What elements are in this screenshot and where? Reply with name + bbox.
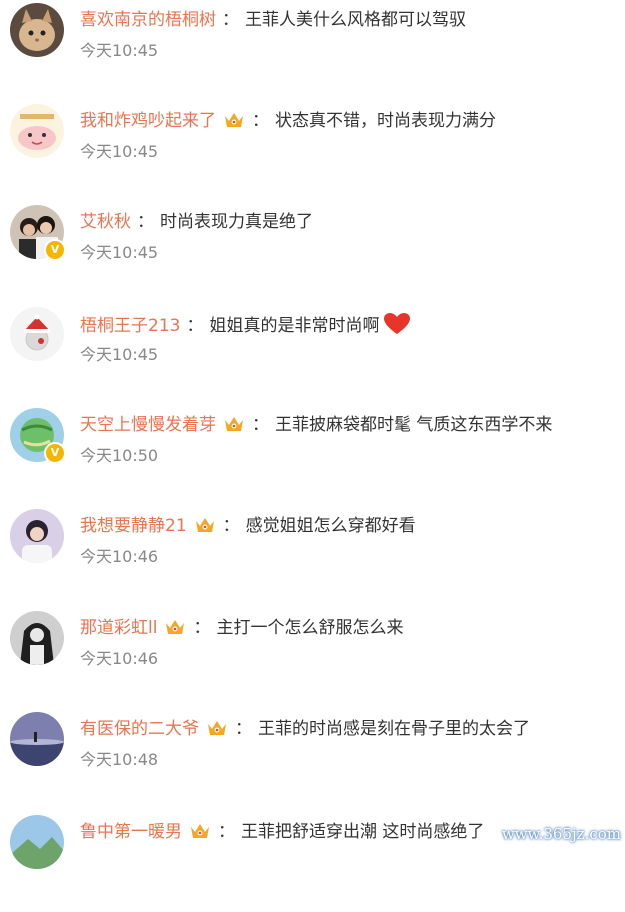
comment-text: 时尚表现力真是绝了 bbox=[160, 212, 313, 232]
comment-text: 感觉姐姐怎么穿都好看 bbox=[245, 516, 416, 536]
username-link[interactable]: 梧桐王子213 bbox=[80, 316, 180, 336]
crown-badge-icon bbox=[193, 515, 217, 535]
crown-badge-icon bbox=[205, 718, 229, 738]
username-link[interactable]: 那道彩虹ll bbox=[80, 618, 157, 638]
comment-item: 梧桐王子213 ：姐姐真的是非常时尚啊 今天10:45 bbox=[0, 304, 625, 404]
comment-text: 状态真不错，时尚表现力满分 bbox=[275, 111, 496, 131]
heart-emoji-icon bbox=[383, 312, 411, 336]
separator: ： bbox=[137, 212, 154, 232]
username-link[interactable]: 我和炸鸡吵起来了 bbox=[80, 111, 216, 131]
separator: ： bbox=[186, 316, 204, 336]
verified-badge-icon: V bbox=[44, 239, 66, 261]
comment-line: 天空上慢慢发着芽 ： 王菲披麻袋都时髦 气质这东西学不来 bbox=[80, 413, 552, 437]
username-link[interactable]: 鲁中第一暖男 bbox=[80, 822, 182, 842]
crown-badge-icon bbox=[188, 821, 212, 841]
comment-text: 王菲人美什么风格都可以驾驭 bbox=[245, 10, 466, 30]
crown-badge-icon bbox=[163, 617, 187, 637]
santa-ornament-avatar[interactable] bbox=[10, 307, 64, 361]
username-link[interactable]: 有医保的二大爷 bbox=[80, 719, 199, 739]
separator: ： bbox=[252, 415, 269, 435]
comment-text: 主打一个怎么舒服怎么来 bbox=[216, 618, 404, 638]
watermark: www.365jz.com bbox=[501, 825, 621, 843]
comment-line: 有医保的二大爷 ： 王菲的时尚感是刻在骨子里的太会了 bbox=[80, 717, 530, 741]
comment-time: 今天10:45 bbox=[80, 41, 159, 60]
username-link[interactable]: 天空上慢慢发着芽 bbox=[80, 415, 216, 435]
separator: ： bbox=[193, 618, 211, 638]
lake-avatar[interactable] bbox=[10, 712, 64, 766]
comment-line: 喜欢南京的梧桐树 ： 王菲人美什么风格都可以驾驭 bbox=[80, 8, 466, 32]
comment-item: 有医保的二大爷 ： 王菲的时尚感是刻在骨子里的太会了 今天10:48 bbox=[0, 709, 625, 809]
comment-text: 王菲的时尚感是刻在骨子里的太会了 bbox=[258, 719, 530, 739]
comment-time: 今天10:45 bbox=[80, 243, 159, 262]
comment-item: 喜欢南京的梧桐树 ： 王菲人美什么风格都可以驾驭 今天10:45 bbox=[0, 0, 625, 100]
separator: ： bbox=[218, 822, 235, 842]
crown-badge-icon bbox=[222, 414, 246, 434]
comment-item: 我和炸鸡吵起来了 ： 状态真不错，时尚表现力满分 今天10:45 bbox=[0, 101, 625, 201]
cartoon-avatar[interactable] bbox=[10, 104, 64, 158]
separator: ： bbox=[252, 111, 269, 131]
woman-bw-avatar[interactable] bbox=[10, 611, 64, 665]
comment-time: 今天10:50 bbox=[80, 446, 159, 465]
username-link[interactable]: 艾秋秋 bbox=[80, 212, 131, 232]
landscape-avatar[interactable] bbox=[10, 815, 64, 869]
username-link[interactable]: 喜欢南京的梧桐树 bbox=[80, 10, 216, 30]
comment-item: 那道彩虹ll ：主打一个怎么舒服怎么来 今天10:46 bbox=[0, 608, 625, 708]
username-link[interactable]: 我想要静静21 bbox=[80, 516, 187, 536]
comment-line: 艾秋秋 ： 时尚表现力真是绝了 bbox=[80, 210, 313, 234]
comment-time: 今天10:46 bbox=[80, 547, 159, 566]
separator: ： bbox=[222, 516, 240, 536]
comment-line: 我想要静静21 ：感觉姐姐怎么穿都好看 bbox=[80, 514, 416, 538]
separator: ： bbox=[222, 10, 239, 30]
comment-item: V 艾秋秋 ： 时尚表现力真是绝了 今天10:45 bbox=[0, 202, 625, 302]
comment-line: 鲁中第一暖男 ： 王菲把舒适穿出潮 这时尚感绝了 bbox=[80, 820, 484, 844]
comment-text: 王菲把舒适穿出潮 这时尚感绝了 bbox=[241, 822, 485, 842]
cat-avatar[interactable] bbox=[10, 3, 64, 57]
comment-time: 今天10:45 bbox=[80, 345, 159, 364]
comment-item: V 天空上慢慢发着芽 ： 王菲披麻袋都时髦 气质这东西学不来 今天10:50 bbox=[0, 405, 625, 505]
comment-text: 王菲披麻袋都时髦 气质这东西学不来 bbox=[275, 415, 553, 435]
comment-time: 今天10:46 bbox=[80, 649, 159, 668]
crown-badge-icon bbox=[222, 110, 246, 130]
comment-line: 梧桐王子213 ：姐姐真的是非常时尚啊 bbox=[80, 312, 411, 338]
separator: ： bbox=[235, 719, 252, 739]
girl-photo-avatar[interactable] bbox=[10, 509, 64, 563]
comment-time: 今天10:45 bbox=[80, 142, 159, 161]
comment-text: 姐姐真的是非常时尚啊 bbox=[209, 316, 380, 336]
comment-time: 今天10:48 bbox=[80, 750, 159, 769]
comment-line: 我和炸鸡吵起来了 ： 状态真不错，时尚表现力满分 bbox=[80, 109, 496, 133]
verified-badge-icon: V bbox=[44, 442, 66, 464]
comment-line: 那道彩虹ll ：主打一个怎么舒服怎么来 bbox=[80, 616, 403, 640]
comment-item: 我想要静静21 ：感觉姐姐怎么穿都好看 今天10:46 bbox=[0, 506, 625, 606]
